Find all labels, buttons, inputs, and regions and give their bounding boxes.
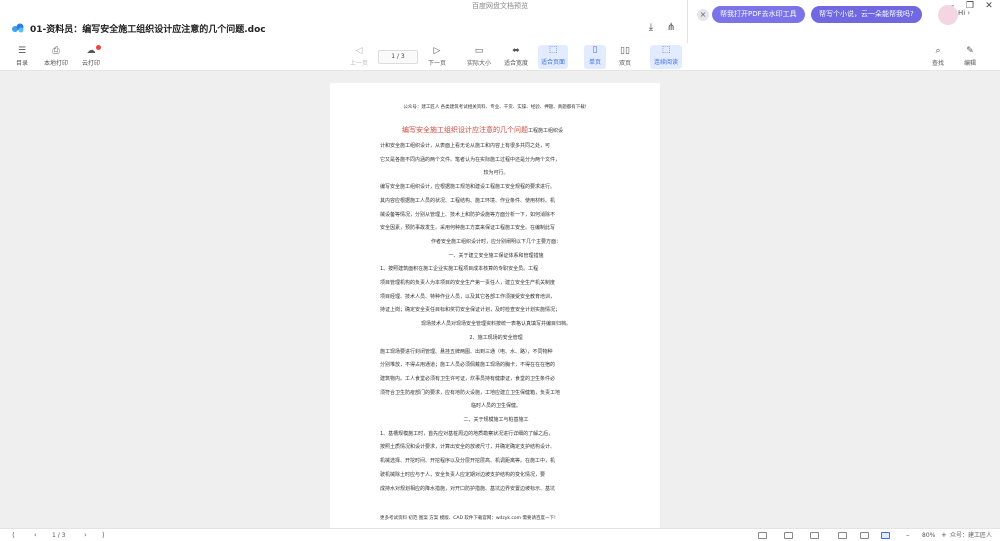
close-window-button[interactable]: ✕	[981, 0, 997, 13]
divider	[687, 0, 688, 43]
logo-cloud-icon	[12, 23, 24, 33]
ai-suggestion-pill-2[interactable]: 帮写个小说，云一朵能帮我吗?	[811, 6, 922, 23]
prev-page-icon[interactable]: ‹	[34, 529, 37, 541]
document-line: 项目经理、技术人员、特种作业人员，以及其它各部工作须接受安全教育培训，	[380, 293, 556, 300]
view-mode-2-icon[interactable]	[784, 532, 793, 539]
document-body: 计和安全施工组织设计，从表面上看无论从施工和内容上有很多共同之处，可它又是各施不…	[380, 140, 612, 496]
double-page-icon: ▯▯	[620, 46, 630, 56]
document-line: 驶机械除土时应与于人，安全负责人应定期对边坡支护结构的变化情况，要	[380, 471, 546, 478]
download-icon[interactable]: ⤓	[644, 21, 658, 35]
fit-page-icon: ⬚	[548, 45, 558, 55]
view-mode-5-icon[interactable]	[860, 532, 869, 539]
document-line: 安全因素，预防事故发生。采用何种施工方案来保证工程施工安全。在编制此写	[380, 225, 556, 232]
document-line: 持证上岗；确定安全责任目标和奖罚安全保证计划，及时检查安全计划实施情况；	[380, 307, 561, 314]
document-line: 按照土质情况和设计要求，计算出安全的放坡尺寸，并确定确定支护结构设计、	[380, 444, 556, 451]
document-line: 1、按照建筑面积在施工企业实施工程项目成本核算的专职安全员。工程	[380, 266, 539, 273]
document-line: 须符合卫生防疫部门的要求，应有地防火设施，工地应建立卫生保健箱，负责工地	[380, 389, 561, 396]
page-number-input[interactable]: 1 / 3	[378, 50, 418, 64]
zoom-level: 80%	[922, 532, 936, 539]
cloud-print-button[interactable]: ☁ 云打印	[78, 46, 104, 70]
document-line: 临时人员的卫生保健。	[470, 403, 521, 410]
view-mode-1-icon[interactable]	[758, 532, 767, 539]
zoom-out-button[interactable]: –	[906, 529, 910, 541]
last-page-icon[interactable]: ⟩	[102, 529, 105, 541]
prev-icon: ◁	[355, 46, 363, 56]
page-header-line: 公众号：建工匠人 各类建筑考试相关资料、专业、干货、实操、经验、押题、真题都有下…	[403, 105, 587, 110]
share-icon[interactable]: ⋔	[664, 21, 678, 35]
status-page-indicator: 1 / 3	[52, 532, 66, 539]
search-button[interactable]: ⌕ 查找	[928, 46, 948, 70]
printer-icon: ⎙	[52, 46, 60, 56]
fit-width-button[interactable]: ⬌ 适合宽度	[501, 46, 531, 70]
document-line: 建筑物内。工人食堂必须有卫生许可证，炊事员持有健康证，食堂的卫生条件必	[380, 375, 556, 382]
ai-suggestion-pill-1[interactable]: 帮我打开PDF去水印工具	[712, 6, 805, 23]
zoom-in-button[interactable]: +	[941, 529, 947, 541]
document-title: 01-资料员：编写安全施工组织设计应注意的几个问题.doc	[30, 25, 266, 35]
continuous-read-button[interactable]: ⬚ 连续阅读	[650, 45, 682, 69]
document-line: 作者安全施工组织设计时，应分别阐明以下几个主要方面：	[430, 238, 561, 245]
single-page-button[interactable]: ▯ 单页	[584, 45, 606, 69]
status-bar: ⟨ ‹ 1 / 3 › ⟩ – 80% + 众号：建工匠人	[0, 528, 1000, 541]
local-print-button[interactable]: ⎙ 本地打印	[40, 46, 72, 70]
assistant-greeting[interactable]: Hi ›	[958, 9, 970, 17]
actual-size-button[interactable]: ▭ 实际大小	[464, 46, 494, 70]
document-page: 公众号：建工匠人 各类建筑考试相关资料、专业、干货、实操、经验、押题、真题都有下…	[330, 83, 660, 528]
document-line: 其内容应根据施工人员的状况、工程结构、施工环境、作业条件、使用材料、机	[380, 197, 556, 204]
catalog-button[interactable]: ☰ 目录	[10, 46, 34, 70]
edit-icon: ✎	[966, 46, 974, 56]
document-line: 1、基槽规模施工时，首先应对基桩周边的地质勘察状况进行详细的了解之后，	[380, 430, 554, 437]
prev-page-button[interactable]: ◁ 上一页	[346, 46, 372, 70]
notification-dot	[96, 45, 101, 50]
document-line: 现场技术人员对现场安全管理资料按统一表格认真填写并编目归档。	[420, 321, 571, 328]
document-line: 计和安全施工组织设计，从表面上看无论从施工和内容上有很多共同之处，可	[380, 143, 551, 149]
page-footer-line: 更多考试资料 初范 图案 方案 模版、CAD 软件下载官网：wdzyk.com …	[380, 516, 556, 521]
next-icon: ▷	[433, 46, 441, 56]
catalog-icon: ☰	[17, 46, 27, 56]
search-icon: ⌕	[935, 46, 941, 56]
document-line: 一、关于建立安全施工保证体系和管理措施	[448, 252, 544, 259]
ai-panel-close-icon[interactable]: ×	[697, 9, 709, 21]
viewer-toolbar	[0, 43, 1000, 71]
document-line: 项目管理机构的负责人为本项目的安全生产第一责任人，建立安全生产机关制度	[380, 280, 556, 287]
single-page-icon: ▯	[592, 45, 598, 55]
document-line: 较为可行。	[483, 170, 509, 177]
continuous-icon: ⬚	[661, 45, 671, 55]
document-line: 施工现场要进行封闭管理、悬挂五牌两图、出到三通（电、水、路），不同物种	[380, 348, 553, 355]
document-heading: 编写安全施工组织设计应注意的几个问题工程施工组织设	[402, 126, 564, 134]
document-line: 它又是各施不同内涵的两个文件。笔者认为在实际施工过程中还是分为两个文件，	[380, 156, 561, 163]
view-mode-4-icon[interactable]	[838, 532, 847, 539]
view-mode-3-icon[interactable]	[810, 532, 819, 539]
document-line: 械设备等情况，分别从管理上、技术上和防护设施等方面分析一下，如何消除不	[380, 211, 556, 218]
fit-page-button[interactable]: ⬚ 适合页面	[538, 45, 568, 69]
next-page-icon[interactable]: ›	[84, 529, 87, 541]
edit-button[interactable]: ✎ 编辑	[960, 46, 980, 70]
actual-size-icon: ▭	[474, 46, 484, 56]
watermark-text: 众号：建工匠人	[950, 532, 993, 539]
document-line: 编写安全施工组织设计，应根据施工规范和建设工程施工安全规程的要求进行。	[380, 184, 556, 191]
document-line: 机械选择、开挖时间、开挖程序以及分层开挖层高、机调距离等。在施工中，机	[380, 458, 556, 465]
next-page-button[interactable]: ▷ 下一页	[424, 46, 450, 70]
document-line: 分别堆放，不得占用通道；施工人员必须佩戴施工现场的胸卡，不得在在在宿的	[380, 362, 556, 369]
assistant-avatar[interactable]	[938, 5, 958, 25]
double-page-button[interactable]: ▯▯ 双页	[614, 46, 636, 70]
document-line: 二、关于规模施工与桩基施工	[463, 417, 529, 424]
document-line: 2、施工现场的安全管理	[469, 334, 523, 341]
first-page-icon[interactable]: ⟨	[12, 529, 15, 541]
view-mode-6-icon[interactable]	[881, 532, 890, 539]
document-line: 成持水对规划相应的降水措施，对开口防护措施、基坑边界安置边坡标示、基坑	[380, 485, 556, 492]
fit-width-icon: ⬌	[512, 46, 520, 56]
